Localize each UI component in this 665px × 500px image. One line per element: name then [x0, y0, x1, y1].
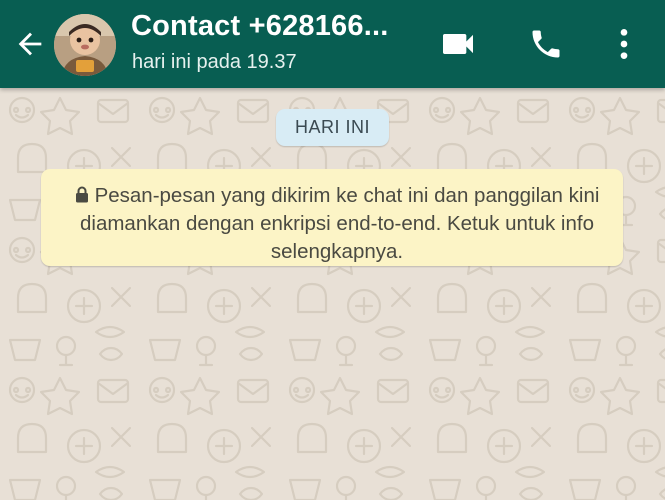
- avatar-image: [54, 14, 116, 76]
- chat-area[interactable]: HARI INI Pesan-pesan yang dikirim ke cha…: [0, 88, 665, 500]
- date-chip-label: HARI INI: [294, 117, 370, 137]
- chat-header: Contact +628166... hari ini pada 19.37: [0, 0, 665, 88]
- chat-screen: Contact +628166... hari ini pada 19.37 H…: [0, 0, 665, 500]
- encryption-notice[interactable]: Pesan-pesan yang dikirim ke chat ini dan…: [41, 169, 623, 266]
- contact-name[interactable]: Contact +628166...: [131, 10, 388, 43]
- more-options-button[interactable]: [602, 22, 646, 66]
- phone-icon: [532, 30, 560, 58]
- videocam-icon: [443, 34, 473, 54]
- lock-icon: [75, 186, 88, 203]
- back-button[interactable]: [8, 22, 52, 66]
- last-seen-status[interactable]: hari ini pada 19.37: [132, 51, 297, 74]
- voice-call-button[interactable]: [524, 22, 568, 66]
- contact-avatar[interactable]: [54, 14, 116, 76]
- video-call-button[interactable]: [436, 22, 480, 66]
- encryption-notice-message: Pesan-pesan yang dikirim ke chat ini dan…: [80, 184, 600, 263]
- date-chip: HARI INI: [276, 109, 389, 146]
- chat-wallpaper: [0, 88, 665, 500]
- encryption-notice-text: Pesan-pesan yang dikirim ke chat ini dan…: [71, 182, 603, 266]
- arrow-back-icon: [18, 32, 42, 56]
- more-vert-icon: [620, 29, 628, 59]
